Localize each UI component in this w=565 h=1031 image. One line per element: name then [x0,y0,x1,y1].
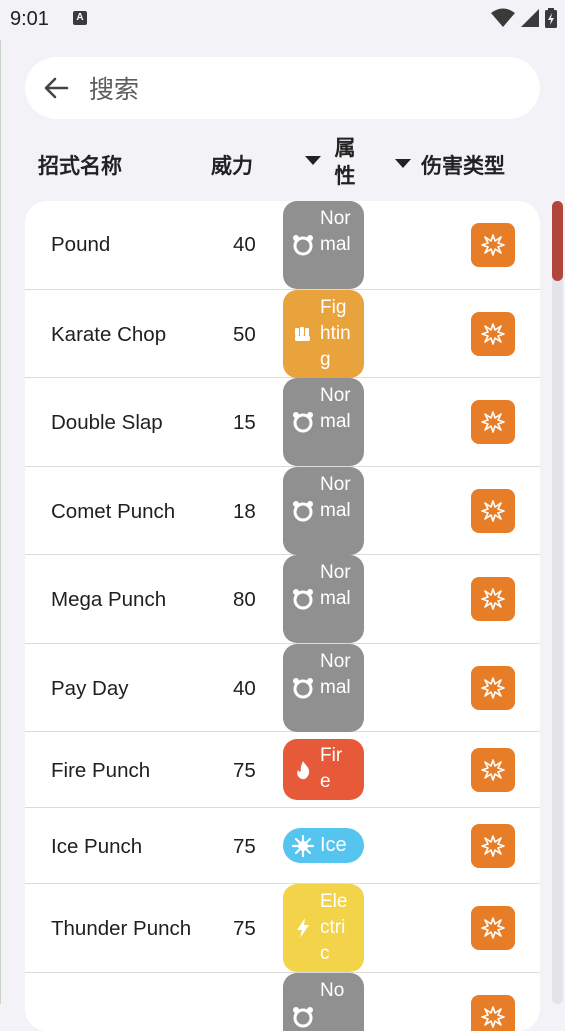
normal-type-icon [292,234,314,256]
move-power: 80 [233,588,256,612]
screen-edge [0,40,1,1004]
fighting-type-icon [292,323,314,345]
type-chip: No [283,973,364,1031]
physical-damage-icon [480,586,506,612]
move-power: 18 [233,500,256,524]
physical-damage-button[interactable] [471,489,515,533]
move-name: Pound [51,233,110,257]
move-power: 40 [233,233,256,257]
move-row[interactable]: Pay Day 40 Normal [25,644,540,733]
type-chip: Ice [283,828,364,863]
type-dropdown-icon[interactable] [305,156,321,165]
type-chip: Normal [283,201,364,289]
status-time: 9:01 [10,8,49,31]
move-row[interactable]: No [25,973,540,1031]
type-name: Fighting [320,295,352,373]
normal-type-icon [292,500,314,522]
type-name: No [320,978,352,1004]
physical-damage-button[interactable] [471,223,515,267]
battery-icon [545,8,557,28]
scrollbar-track[interactable] [552,201,563,1004]
wifi-icon [491,8,515,28]
physical-damage-icon [480,1004,506,1030]
type-chip: Fire [283,739,364,800]
back-arrow-icon[interactable] [43,75,69,101]
move-name: Ice Punch [51,835,142,859]
move-power: 75 [233,835,256,859]
physical-damage-button[interactable] [471,995,515,1031]
move-power: 75 [233,759,256,783]
type-chip: Normal [283,644,364,732]
type-chip: Normal [283,378,364,466]
move-power: 40 [233,677,256,701]
move-row[interactable]: Mega Punch 80 Normal [25,555,540,644]
physical-damage-icon [480,757,506,783]
type-chip: Normal [283,467,364,555]
type-name: Electric [320,889,352,967]
status-bar: 9:01 A [0,0,565,40]
damage-dropdown-icon[interactable] [395,159,411,168]
normal-type-icon [292,1006,314,1028]
physical-damage-icon [480,232,506,258]
physical-damage-icon [480,833,506,859]
move-row[interactable]: Thunder Punch 75 Electric [25,884,540,973]
normal-type-icon [292,411,314,433]
move-name: Pay Day [51,677,128,701]
move-row[interactable]: Comet Punch 18 Normal [25,467,540,556]
type-name: Fire [320,743,352,795]
type-chip: Electric [283,884,364,972]
move-row[interactable]: Karate Chop 50 Fighting [25,290,540,379]
type-name: Normal [320,472,352,524]
type-chip: Normal [283,555,364,643]
type-name: Normal [320,206,352,258]
physical-damage-icon [480,321,506,347]
notification-badge-icon: A [73,11,87,25]
type-name: Normal [320,383,352,435]
type-name: Ice [320,832,364,858]
move-name: Mega Punch [51,588,166,612]
physical-damage-icon [480,409,506,435]
physical-damage-icon [480,675,506,701]
cell-signal-icon [521,9,539,27]
move-name: Thunder Punch [51,917,191,941]
physical-damage-button[interactable] [471,824,515,868]
electric-type-icon [292,917,314,939]
normal-type-icon [292,588,314,610]
type-chip: Fighting [283,290,364,378]
damage-header-label: 伤害类型 [421,150,505,180]
move-row[interactable]: Fire Punch 75 Fire [25,732,540,808]
physical-damage-button[interactable] [471,906,515,950]
ice-type-icon [292,835,314,857]
search-bar [25,57,540,119]
normal-type-icon [292,677,314,699]
move-name: Double Slap [51,411,163,435]
move-power: 50 [233,323,256,347]
move-row[interactable]: Double Slap 15 Normal [25,378,540,467]
physical-damage-button[interactable] [471,400,515,444]
type-header-label: 属性 [333,134,357,190]
type-name: Normal [320,649,352,701]
move-row[interactable]: Pound 40 Normal [25,201,540,290]
scrollbar-thumb[interactable] [552,201,563,281]
physical-damage-icon [480,498,506,524]
move-list: Pound 40 Normal Karate Chop 50 Fighting … [25,201,540,1031]
move-power: 15 [233,411,256,435]
physical-damage-button[interactable] [471,577,515,621]
physical-damage-icon [480,915,506,941]
physical-damage-button[interactable] [471,748,515,792]
physical-damage-button[interactable] [471,666,515,710]
move-power: 75 [233,917,256,941]
move-name: Fire Punch [51,759,150,783]
move-name: Karate Chop [51,323,166,347]
move-name: Comet Punch [51,500,175,524]
type-name: Normal [320,560,352,612]
status-icons [491,8,557,28]
move-row[interactable]: Ice Punch 75 Ice [25,808,540,884]
physical-damage-button[interactable] [471,312,515,356]
search-input[interactable] [87,67,511,111]
fire-type-icon [292,759,314,781]
